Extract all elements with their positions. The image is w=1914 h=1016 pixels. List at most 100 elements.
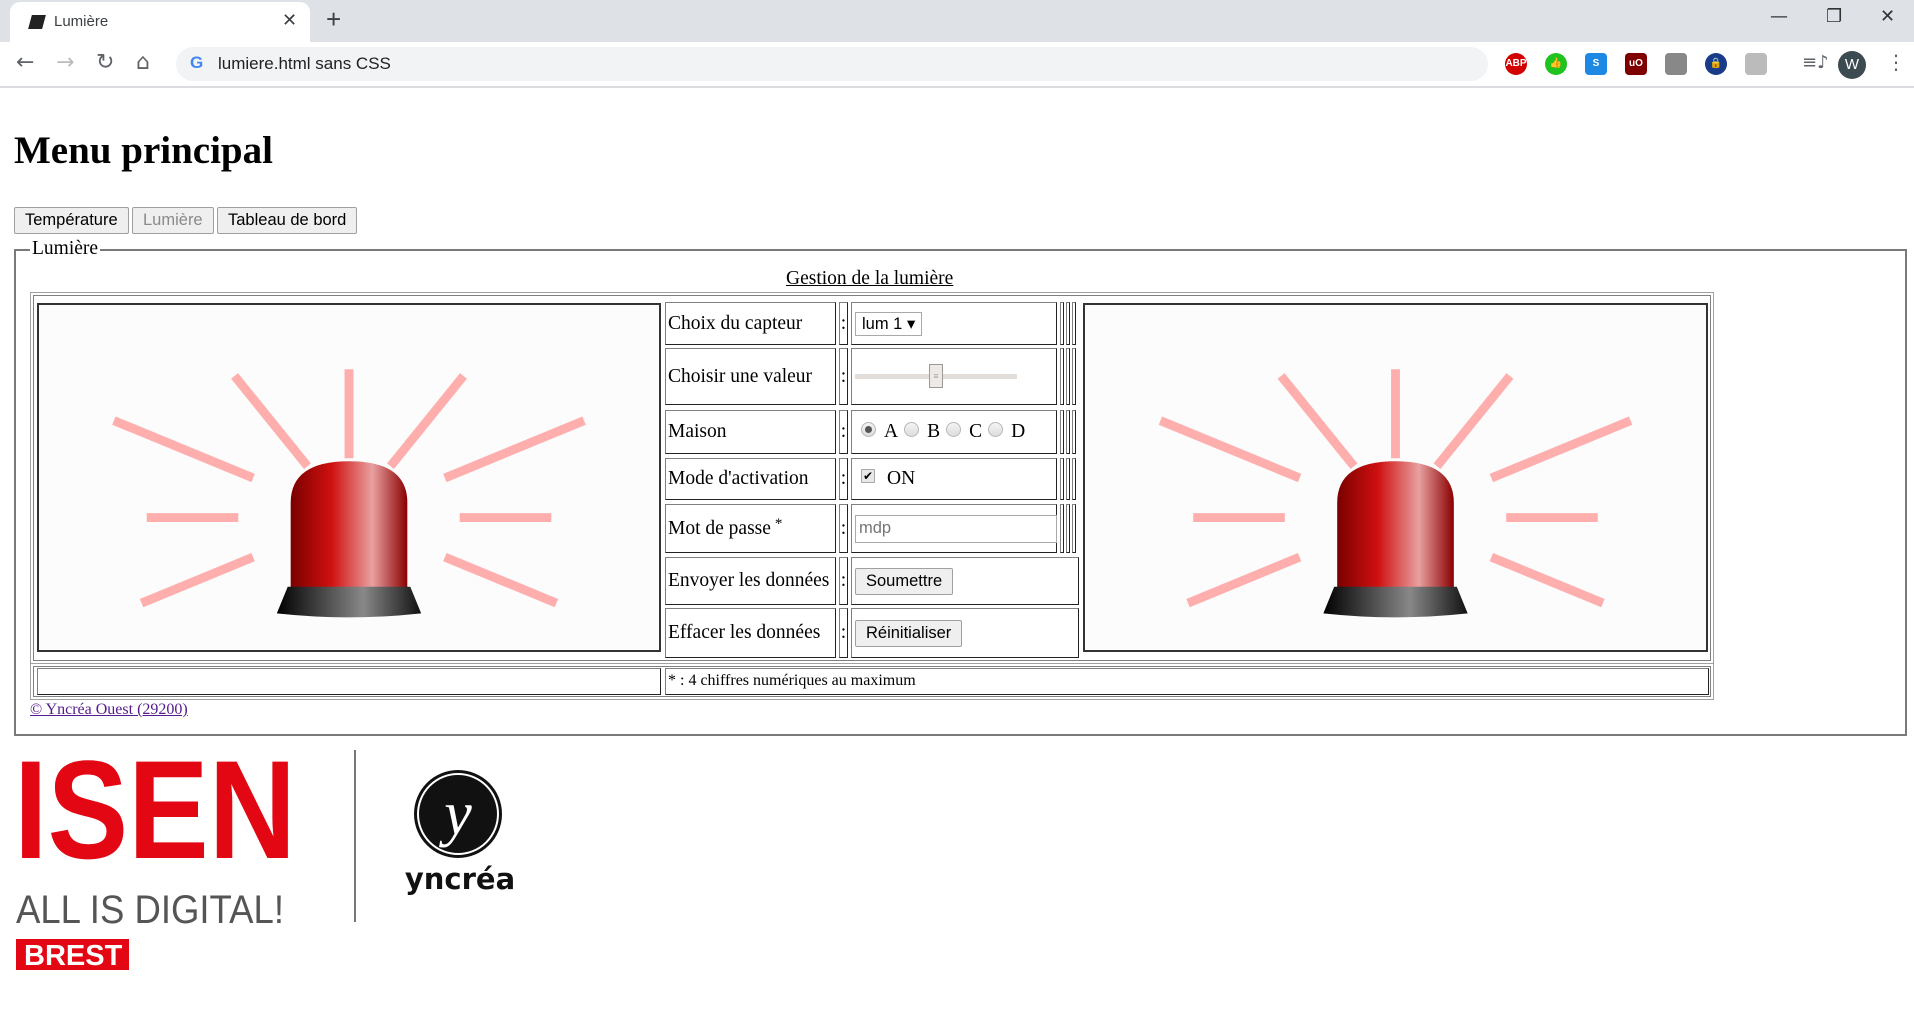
back-icon[interactable]: ← [16, 50, 34, 75]
empty-cell [1072, 504, 1076, 553]
page-title: Menu principal [14, 129, 273, 172]
thumbs-up-icon[interactable]: 👍 [1545, 53, 1567, 75]
lock-extension-icon[interactable]: 🔒 [1705, 53, 1727, 75]
house-radio-a[interactable] [861, 421, 876, 437]
reset-label: Effacer les données [665, 608, 836, 658]
house-radio-d[interactable] [988, 421, 1004, 437]
minimize-icon[interactable]: — [1770, 6, 1788, 27]
slider-thumb[interactable]: ≡ [929, 363, 943, 388]
ublock-origin-icon[interactable]: uO [1625, 53, 1647, 75]
light-ray [443, 416, 586, 483]
isen-yncrea-logo: ISEN ALL IS DIGITAL! BREST y yncréa [14, 746, 515, 972]
new-tab-button[interactable]: + [326, 4, 341, 35]
password-label: Mot de passe * [665, 504, 836, 553]
media-control-icon[interactable]: ≡♪ [1802, 52, 1829, 73]
sensor-select[interactable]: lum 1 ▾ [855, 311, 923, 336]
close-window-icon[interactable]: ✕ [1880, 6, 1895, 27]
empty-cell [1060, 302, 1064, 345]
light-ray [1433, 373, 1514, 469]
svg-text:ALL IS DIGITAL!: ALL IS DIGITAL! [16, 888, 284, 932]
siren-image-right [1083, 303, 1708, 652]
empty-cell [1072, 410, 1076, 454]
submit-button[interactable]: Soumettre [855, 567, 954, 595]
light-ray [231, 373, 311, 469]
profile-avatar[interactable]: W [1838, 51, 1866, 79]
empty-cell [1066, 504, 1070, 553]
slider-label: Choisir une valeur [665, 348, 836, 405]
siren-base [276, 586, 422, 618]
google-icon: G [190, 53, 204, 72]
house-label: Maison [665, 410, 836, 454]
page-favicon-icon [28, 15, 46, 29]
light-ray [112, 416, 255, 483]
mode-checkbox[interactable]: ✔ [861, 469, 875, 483]
s-extension-icon[interactable]: S [1585, 53, 1607, 75]
light-ray [387, 373, 467, 469]
house-option-label: A [884, 421, 899, 442]
empty-cell [1060, 410, 1064, 454]
svg-text:ISEN: ISEN [14, 746, 296, 888]
close-tab-icon[interactable]: ✕ [282, 10, 297, 31]
dashboard-button[interactable]: Tableau de bord [217, 207, 358, 234]
restore-icon[interactable]: ❐ [1826, 6, 1842, 27]
empty-cell [1060, 348, 1064, 405]
browser-toolbar: ← → ↻ ⌂ G lumiere.html sans CSS ABP 👍 SuO 🔒… [0, 42, 1914, 88]
slider-value-cell: ≡ [851, 348, 1057, 405]
reset-value-cell: Réinitialiser [851, 608, 1079, 658]
dropdown-arrow-icon: ▾ [906, 314, 916, 333]
forward-icon[interactable]: → [56, 50, 74, 75]
house-radio-c[interactable] [946, 421, 962, 437]
house-radio-b[interactable] [904, 421, 920, 437]
copyright-link[interactable]: © Yncréa Ouest (29200) [30, 701, 188, 719]
house-option-label: C [969, 421, 983, 442]
value-slider[interactable]: ≡ [855, 363, 1017, 390]
light-ray [1489, 416, 1633, 483]
password-input[interactable] [855, 514, 1057, 543]
pdf-extension-icon[interactable] [1745, 53, 1767, 75]
light-ray [443, 552, 559, 608]
empty-cell [1072, 458, 1076, 500]
submit-value-cell: Soumettre [851, 557, 1079, 605]
colon-separator: : [839, 302, 848, 345]
svg-text:yncréa: yncréa [405, 862, 515, 896]
circle-extension-icon[interactable] [1665, 53, 1687, 75]
fieldset-legend: Lumière [30, 238, 101, 260]
siren-dome [1337, 461, 1454, 592]
siren-dome [290, 461, 408, 592]
reload-icon[interactable]: ↻ [96, 50, 114, 75]
empty-cell [1072, 348, 1076, 405]
house-value-cell: A B C D [851, 410, 1057, 454]
adblock-plus-icon[interactable]: ABP [1505, 53, 1527, 75]
empty-cell [1060, 458, 1064, 500]
sensor-label: Choix du capteur [665, 302, 836, 345]
menu-kebab-icon[interactable]: ⋮ [1886, 50, 1906, 74]
url-text: lumiere.html sans CSS [218, 54, 391, 73]
browser-tab[interactable]: Lumière ✕ [10, 2, 310, 42]
colon-separator: : [839, 608, 848, 658]
password-note: * : 4 chiffres numériques au maximum [665, 668, 1709, 695]
empty-cell [1060, 504, 1064, 553]
temperature-button[interactable]: Température [14, 207, 129, 234]
tab-title: Lumière [54, 13, 109, 30]
empty-cell [1066, 302, 1070, 345]
reset-button[interactable]: Réinitialiser [855, 619, 963, 647]
light-ray [1277, 373, 1358, 469]
house-option-label: B [927, 421, 941, 442]
light-ray [1186, 552, 1302, 608]
siren-image-left [37, 303, 661, 652]
home-icon[interactable]: ⌂ [136, 50, 150, 75]
svg-text:BREST: BREST [24, 940, 123, 972]
light-ray [1489, 552, 1605, 608]
empty-cell [1066, 348, 1070, 405]
submit-label: Envoyer les données [665, 557, 836, 605]
mode-option-label: ON [887, 468, 916, 489]
lumiere-button[interactable]: Lumière [132, 207, 214, 234]
light-ray [1158, 416, 1302, 483]
footer-empty-cell [37, 668, 661, 695]
colon-separator: : [839, 348, 848, 405]
colon-separator: : [839, 504, 848, 553]
mode-label: Mode d'activation [665, 458, 836, 500]
siren-base [1323, 586, 1468, 618]
address-bar[interactable]: G lumiere.html sans CSS [176, 47, 1488, 81]
colon-separator: : [839, 458, 848, 500]
